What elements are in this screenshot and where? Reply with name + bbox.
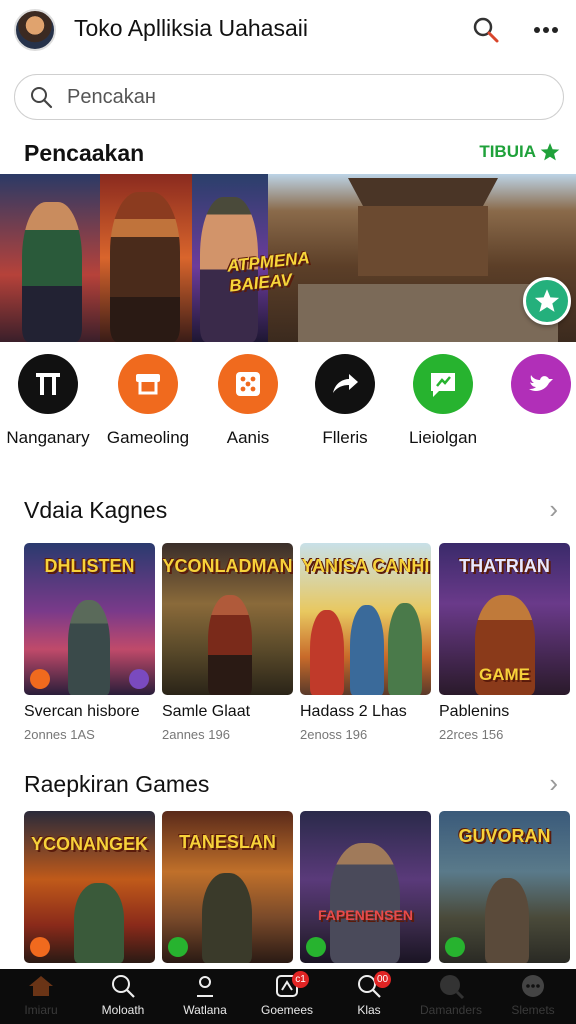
category-4[interactable]: Lieiolgan xyxy=(393,354,493,448)
category-label: Gameoling xyxy=(106,428,190,447)
game-thumbnail: YCONANGEK xyxy=(24,811,155,963)
notification-badge: 00 xyxy=(374,971,392,988)
game-thumbnail: YCONLADMAN xyxy=(162,543,293,695)
category-5[interactable] xyxy=(491,354,576,428)
badge-icon xyxy=(129,669,149,689)
nav-label: Watlana xyxy=(183,1003,227,1017)
game-card[interactable]: YCONLADMAN Samle Glaat 2annes 196 xyxy=(162,543,293,742)
game-card[interactable]: YCONANGEK xyxy=(24,811,155,963)
banner-hero-1 xyxy=(0,174,100,342)
nav-label: Slemets xyxy=(511,1003,555,1017)
category-label: Nanganary xyxy=(6,428,90,447)
user-icon xyxy=(193,969,217,1003)
game-thumbnail: DHLISTEN xyxy=(24,543,155,695)
game-card[interactable]: YANISA CANHI Hadass 2 Lhas 2enoss 196 xyxy=(300,543,431,742)
search-bar[interactable] xyxy=(14,74,564,120)
app-header: Toko Aplliksia Uahasaii xyxy=(0,0,576,60)
notification-badge: c1 xyxy=(292,971,309,988)
nav-item-klas[interactable]: 00 Klas xyxy=(328,969,410,1024)
game-meta: 2annes 196 xyxy=(162,727,230,742)
featured-banner[interactable]: ATPMENA BAIEAV xyxy=(0,174,576,342)
nav-label: Damanders xyxy=(419,1003,483,1017)
more-icon xyxy=(520,969,546,1003)
thumb-title: YCONANGEK xyxy=(30,834,148,854)
chat-icon xyxy=(413,354,473,414)
game-card[interactable]: FAPENENSEN xyxy=(300,811,431,963)
game-thumbnail: THATRIAN GAME xyxy=(439,543,570,695)
nav-item-home[interactable]: Imiaru xyxy=(0,969,82,1024)
pi-icon xyxy=(18,354,78,414)
badge-icon xyxy=(168,937,188,957)
game-card[interactable]: DHLISTEN Svercan hisbore 2onnes 1AS xyxy=(24,543,155,742)
game-name: Pablenins xyxy=(439,703,510,720)
bottom-nav: Imiaru Moloath Watlana c1 Goemees 00 Kla… xyxy=(0,969,576,1024)
thumb-title: YANISA CANHI xyxy=(301,556,430,576)
badge-icon xyxy=(306,937,326,957)
section-title: Vdaia Kagnes xyxy=(24,497,168,523)
shop-icon xyxy=(118,354,178,414)
game-thumbnail: YANISA CANHI xyxy=(300,543,431,695)
game-card[interactable]: THATRIAN GAME Pablenins 22rces 156 xyxy=(439,543,570,742)
bird-icon xyxy=(511,354,571,414)
game-card[interactable]: TANESLAN xyxy=(162,811,293,963)
badge-icon xyxy=(30,937,50,957)
game-thumbnail: GUVORAN xyxy=(439,811,570,963)
search-icon xyxy=(437,969,465,1003)
nav-label: Goemees xyxy=(260,1003,314,1017)
chevron-right-icon[interactable]: › xyxy=(549,768,558,799)
nav-item-search[interactable]: Moloath xyxy=(82,969,164,1024)
game-thumbnail: FAPENENSEN xyxy=(300,811,431,963)
nav-label: Klas xyxy=(357,1003,381,1017)
thumb-title: DHLISTEN xyxy=(44,556,135,576)
home-icon xyxy=(28,969,54,1003)
favorite-button[interactable] xyxy=(523,277,571,325)
featured-heading: Pencaakan xyxy=(24,140,145,166)
avatar[interactable] xyxy=(14,9,56,51)
thumb-title: YCONLADMAN xyxy=(162,556,293,576)
game-card[interactable]: GUVORAN xyxy=(439,811,570,963)
share-arrow-icon xyxy=(315,354,375,414)
search-icon[interactable] xyxy=(468,12,504,48)
thumb-title: THATRIAN xyxy=(459,556,550,576)
nav-item-games[interactable]: c1 Goemees xyxy=(246,969,328,1024)
game-meta: 2enoss 196 xyxy=(300,727,368,742)
thumb-subtitle: GAME xyxy=(479,665,530,684)
game-name: Svercan hisbore xyxy=(24,703,140,720)
chevron-right-icon[interactable]: › xyxy=(549,494,558,525)
nav-item-user[interactable]: Watlana xyxy=(164,969,246,1024)
more-icon[interactable] xyxy=(528,12,564,48)
see-all-label: TIBUIA xyxy=(479,142,536,161)
category-label: Lieiolgan xyxy=(408,428,478,447)
game-meta: 22rces 156 xyxy=(439,727,504,742)
category-label: Flleris xyxy=(322,428,368,447)
thumb-title: TANESLAN xyxy=(179,832,276,852)
game-name: Samle Glaat xyxy=(162,703,251,720)
dice-icon xyxy=(218,354,278,414)
badge-icon xyxy=(445,937,465,957)
category-1[interactable]: Gameoling xyxy=(98,354,198,448)
banner-hero-2 xyxy=(100,174,192,342)
section-title: Raepkiran Games xyxy=(24,771,210,797)
see-all-link[interactable]: TIBUIA xyxy=(479,142,560,162)
category-0[interactable]: Nanganary xyxy=(0,354,98,448)
category-2[interactable]: Aanis xyxy=(198,354,298,448)
thumb-subtitle: FAPENENSEN xyxy=(318,907,413,923)
nav-label: Moloath xyxy=(101,1003,145,1017)
thumb-title: GUVORAN xyxy=(458,826,551,846)
search-icon xyxy=(15,74,67,120)
badge-icon xyxy=(30,669,50,689)
nav-label: Imiaru xyxy=(24,1003,58,1017)
star-icon xyxy=(534,289,560,312)
search-icon xyxy=(110,969,136,1003)
category-label: Aanis xyxy=(226,428,270,447)
app-title: Toko Aplliksia Uahasaii xyxy=(74,15,308,41)
star-icon xyxy=(540,143,560,161)
nav-item-slemets[interactable]: Slemets xyxy=(492,969,574,1024)
game-name: Hadass 2 Lhas xyxy=(300,703,407,720)
game-thumbnail: TANESLAN xyxy=(162,811,293,963)
search-input[interactable] xyxy=(67,85,527,109)
nav-item-damanders[interactable]: Damanders xyxy=(410,969,492,1024)
category-3[interactable]: Flleris xyxy=(295,354,395,448)
game-meta: 2onnes 1AS xyxy=(24,727,95,742)
